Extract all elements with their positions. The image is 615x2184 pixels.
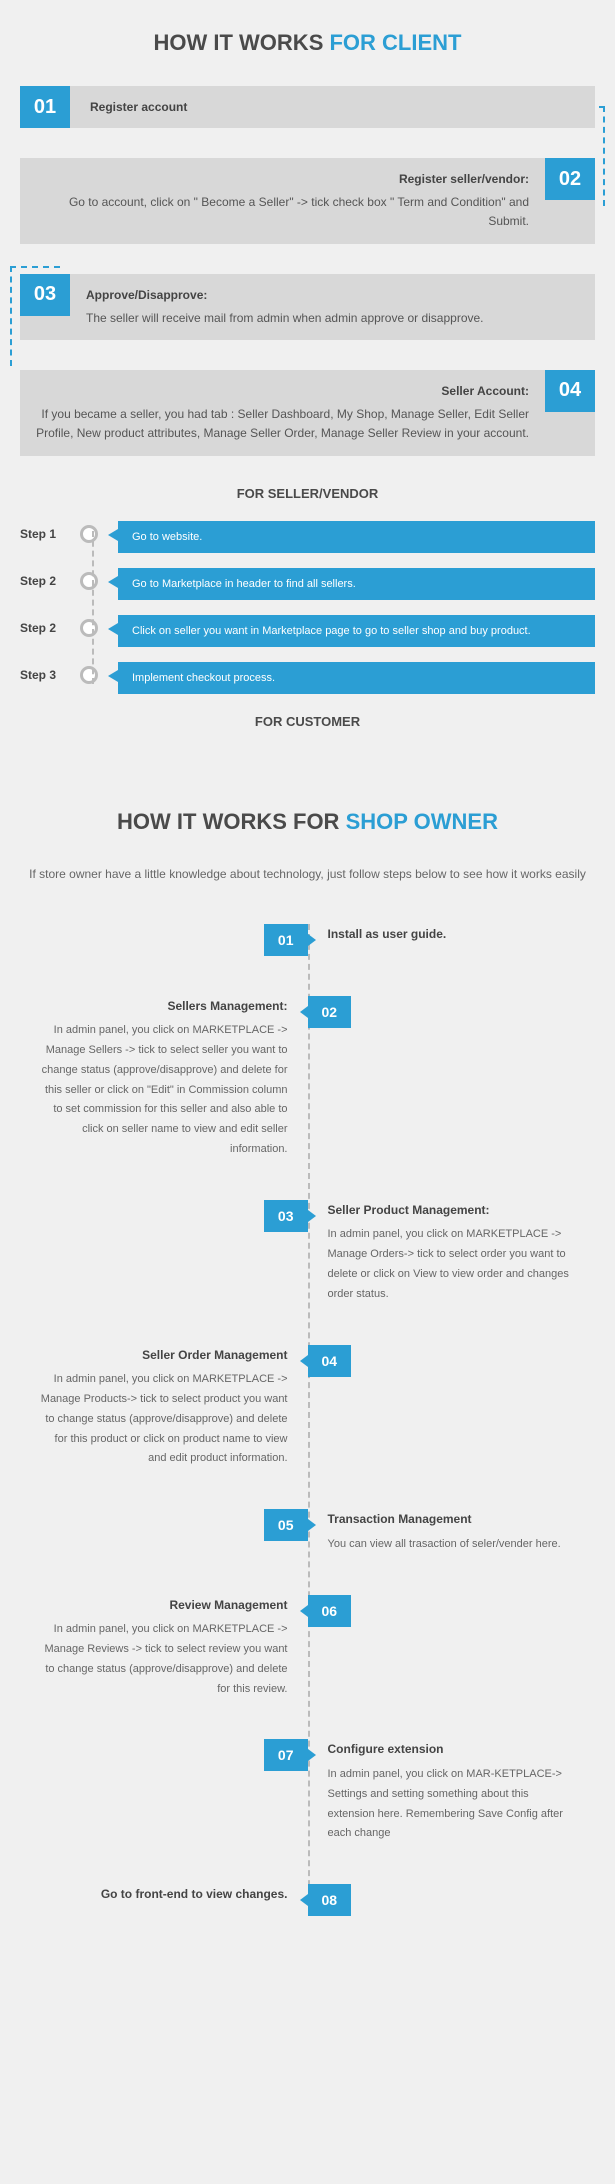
step-number: 04 bbox=[545, 370, 595, 412]
so-body: You can view all trasaction of seler/ven… bbox=[328, 1538, 561, 1550]
step-number: 01 bbox=[20, 86, 70, 128]
step-body: Go to account, click on " Become a Selle… bbox=[69, 195, 529, 228]
client-step-1: 01 Register account bbox=[20, 86, 595, 128]
sv-step: Step 2 Click on seller you want in Marke… bbox=[20, 615, 595, 647]
so-body: In admin panel, you click on MAR-KETPLAC… bbox=[328, 1768, 563, 1839]
sv-step-body: Implement checkout process. bbox=[118, 662, 595, 694]
so-num: 06 bbox=[308, 1595, 352, 1627]
so-step-8: Go to front-end to view changes. 08 bbox=[20, 1884, 595, 1916]
so-title: Seller Order Management bbox=[40, 1345, 288, 1367]
client-step-2: Register seller/vendor: Go to account, c… bbox=[20, 158, 595, 244]
so-body: In admin panel, you click on MARKETPLACE… bbox=[328, 1228, 569, 1299]
so-num: 02 bbox=[308, 996, 352, 1028]
customer-heading: FOR CUSTOMER bbox=[20, 714, 595, 729]
client-step-4: Seller Account: If you became a seller, … bbox=[20, 370, 595, 456]
so-num: 05 bbox=[264, 1509, 308, 1541]
timeline-line bbox=[92, 531, 94, 684]
sv-step-label: Step 2 bbox=[20, 568, 80, 588]
step-title: Register seller/vendor: bbox=[36, 170, 529, 189]
so-title: Seller Product Management: bbox=[328, 1200, 576, 1222]
so-title: Transaction Management bbox=[328, 1509, 576, 1531]
so-step-5: 05 Transaction Management You can view a… bbox=[20, 1509, 595, 1554]
so-body: Go to front-end to view changes. bbox=[40, 1884, 288, 1906]
circle-icon bbox=[80, 572, 98, 590]
shop-owner-subtitle: If store owner have a little knowledge a… bbox=[20, 865, 595, 884]
so-body: In admin panel, you click on MARKETPLACE… bbox=[41, 1373, 288, 1464]
circle-icon bbox=[80, 525, 98, 543]
step-content: Seller Account: If you became a seller, … bbox=[20, 370, 545, 456]
so-num: 04 bbox=[308, 1345, 352, 1377]
sv-step-label: Step 1 bbox=[20, 521, 80, 541]
circle-icon bbox=[80, 619, 98, 637]
so-title: Configure extension bbox=[328, 1739, 576, 1761]
so-title-suffix: SHOP OWNER bbox=[346, 809, 498, 834]
step-number: 03 bbox=[20, 274, 70, 316]
so-body: In admin panel, you click on MARKETPLACE… bbox=[44, 1623, 287, 1694]
so-title-prefix: HOW IT WORKS FOR bbox=[117, 809, 346, 834]
sv-step-body: Go to Marketplace in header to find all … bbox=[118, 568, 595, 600]
so-title: Review Management bbox=[40, 1595, 288, 1617]
so-num: 07 bbox=[264, 1739, 308, 1771]
step-label: Register account bbox=[70, 100, 187, 114]
step-title: Approve/Disapprove: bbox=[86, 286, 579, 305]
so-num: 01 bbox=[264, 924, 308, 956]
client-title-prefix: HOW IT WORKS bbox=[154, 30, 330, 55]
so-body: Install as user guide. bbox=[328, 924, 576, 946]
step-content: Register seller/vendor: Go to account, c… bbox=[20, 158, 545, 244]
step-content: Approve/Disapprove: The seller will rece… bbox=[70, 274, 595, 340]
so-step-3: 03 Seller Product Management: In admin p… bbox=[20, 1200, 595, 1305]
client-title: HOW IT WORKS FOR CLIENT bbox=[20, 30, 595, 56]
so-title: Sellers Management: bbox=[40, 996, 288, 1018]
sv-step-label: Step 3 bbox=[20, 662, 80, 682]
sv-step-body: Click on seller you want in Marketplace … bbox=[118, 615, 595, 647]
client-step-3: 03 Approve/Disapprove: The seller will r… bbox=[20, 274, 595, 340]
so-num: 08 bbox=[308, 1884, 352, 1916]
so-step-4: Seller Order Management In admin panel, … bbox=[20, 1345, 595, 1470]
circle-icon bbox=[80, 666, 98, 684]
seller-vendor-heading: FOR SELLER/VENDOR bbox=[20, 486, 595, 501]
so-step-6: Review Management In admin panel, you cl… bbox=[20, 1595, 595, 1700]
so-step-7: 07 Configure extension In admin panel, y… bbox=[20, 1739, 595, 1844]
step-title: Seller Account: bbox=[36, 382, 529, 401]
sv-step: Step 1 Go to website. bbox=[20, 521, 595, 553]
step-body: If you became a seller, you had tab : Se… bbox=[36, 407, 529, 440]
step-body: The seller will receive mail from admin … bbox=[86, 311, 484, 325]
sv-step: Step 2 Go to Marketplace in header to fi… bbox=[20, 568, 595, 600]
shop-owner-title: HOW IT WORKS FOR SHOP OWNER bbox=[20, 809, 595, 835]
sv-step: Step 3 Implement checkout process. bbox=[20, 662, 595, 694]
so-body: In admin panel, you click on MARKETPLACE… bbox=[42, 1024, 288, 1155]
so-step-2: Sellers Management: In admin panel, you … bbox=[20, 996, 595, 1160]
sv-step-body: Go to website. bbox=[118, 521, 595, 553]
so-num: 03 bbox=[264, 1200, 308, 1232]
so-step-1: 01 Install as user guide. bbox=[20, 924, 595, 956]
step-number: 02 bbox=[545, 158, 595, 200]
client-title-suffix: FOR CLIENT bbox=[329, 30, 461, 55]
sv-step-label: Step 2 bbox=[20, 615, 80, 635]
